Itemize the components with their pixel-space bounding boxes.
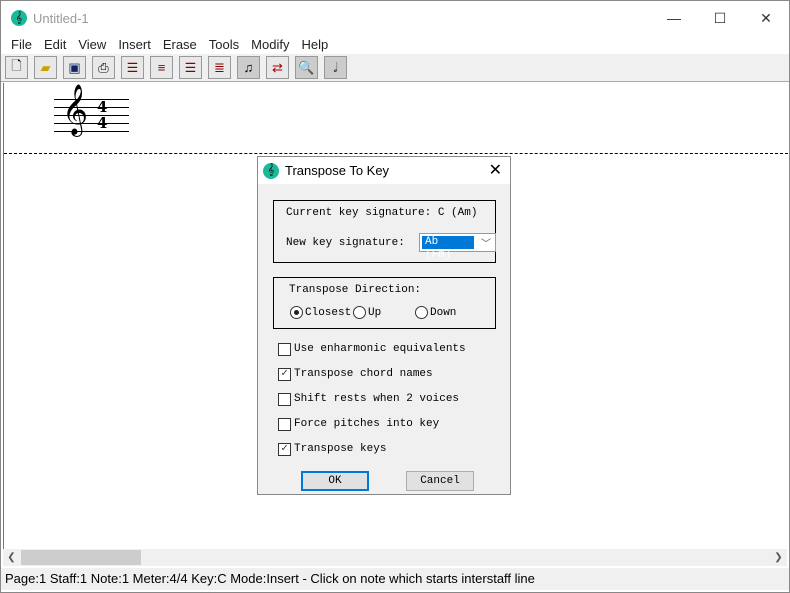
app-icon: 𝄞 — [11, 10, 27, 26]
minimize-button[interactable]: — — [651, 1, 697, 35]
menu-file[interactable]: File — [5, 35, 38, 54]
direction-group: Transpose Direction: Closest Up Down — [273, 277, 496, 329]
scroll-right-icon[interactable]: ❯ — [770, 549, 787, 566]
radio-down[interactable] — [415, 306, 428, 319]
menu-view[interactable]: View — [72, 35, 112, 54]
app-icon: 𝄞 — [263, 162, 279, 179]
radio-up[interactable] — [353, 306, 366, 319]
cancel-button[interactable]: Cancel — [406, 471, 474, 491]
window-title: Untitled-1 — [33, 10, 89, 26]
new-key-select[interactable]: Ab (Fm) ﹀ — [419, 233, 496, 261]
page-layout-4-icon[interactable]: ≣ — [208, 56, 231, 79]
menu-help[interactable]: Help — [295, 35, 334, 54]
checkbox-transpose-keys[interactable]: ✓ — [278, 443, 291, 456]
half-note-icon[interactable]: 𝅗𝅥 — [324, 56, 347, 79]
zoom-icon[interactable]: 🔍 — [295, 56, 318, 79]
transpose-icon[interactable]: ⇄ — [266, 56, 289, 79]
scroll-thumb[interactable] — [21, 550, 141, 565]
checkbox-shift-rests[interactable] — [278, 393, 291, 406]
radio-closest[interactable] — [290, 306, 303, 319]
status-bar: Page:1 Staff:1 Note:1 Meter:4/4 Key:C Mo… — [1, 568, 789, 590]
dialog-title: Transpose To Key — [285, 163, 390, 178]
menu-tools[interactable]: Tools — [203, 35, 245, 54]
transpose-dialog: 𝄞 Transpose To Key ✕ Current key signatu… — [257, 156, 511, 495]
page-layout-1-icon[interactable]: ☰ — [121, 56, 144, 79]
treble-clef-icon: 𝄞 — [62, 84, 89, 135]
checkbox-chord-names[interactable]: ✓ — [278, 368, 291, 381]
dialog-close-icon[interactable]: ✕ — [489, 160, 502, 179]
print-icon[interactable]: ⎙ — [92, 56, 115, 79]
horizontal-scrollbar[interactable]: ❮ ❯ — [3, 549, 787, 566]
open-folder-icon[interactable]: ▰ — [34, 56, 57, 79]
key-group: Current key signature: C (Am) New key si… — [273, 200, 496, 263]
page-break-line — [4, 153, 788, 154]
page-layout-3-icon[interactable]: ☰ — [179, 56, 202, 79]
menu-insert[interactable]: Insert — [112, 35, 157, 54]
new-key-label: New key signature: — [286, 237, 405, 249]
new-file-icon[interactable]: 🗋 — [5, 56, 28, 79]
dialog-title-bar: 𝄞 Transpose To Key ✕ — [258, 157, 510, 184]
title-bar: 𝄞 Untitled-1 — ☐ ✕ — [1, 1, 789, 35]
menu-edit[interactable]: Edit — [38, 35, 72, 54]
menu-erase[interactable]: Erase — [157, 35, 203, 54]
save-icon[interactable]: ▣ — [63, 56, 86, 79]
chevron-down-icon: ﹀ — [481, 240, 491, 251]
maximize-button[interactable]: ☐ — [697, 1, 743, 35]
current-key-label: Current key signature: C (Am) — [286, 207, 478, 219]
menu-modify[interactable]: Modify — [245, 35, 295, 54]
toolbar: 🗋 ▰ ▣ ⎙ ☰ ≡ ☰ ≣ ♫ ⇄ 🔍 𝅗𝅥 — [1, 54, 789, 82]
ok-button[interactable]: OK — [301, 471, 369, 491]
direction-label: Transpose Direction: — [289, 284, 422, 296]
page-layout-2-icon[interactable]: ≡ — [150, 56, 173, 79]
checkbox-force-pitches[interactable] — [278, 418, 291, 431]
scroll-left-icon[interactable]: ❮ — [3, 549, 20, 566]
close-button[interactable]: ✕ — [743, 1, 789, 35]
menu-bar: File Edit View Insert Erase Tools Modify… — [1, 35, 789, 54]
checkbox-enharmonic[interactable] — [278, 343, 291, 356]
note-icon[interactable]: ♫ — [237, 56, 260, 79]
time-signature: 4 4 — [97, 98, 108, 132]
